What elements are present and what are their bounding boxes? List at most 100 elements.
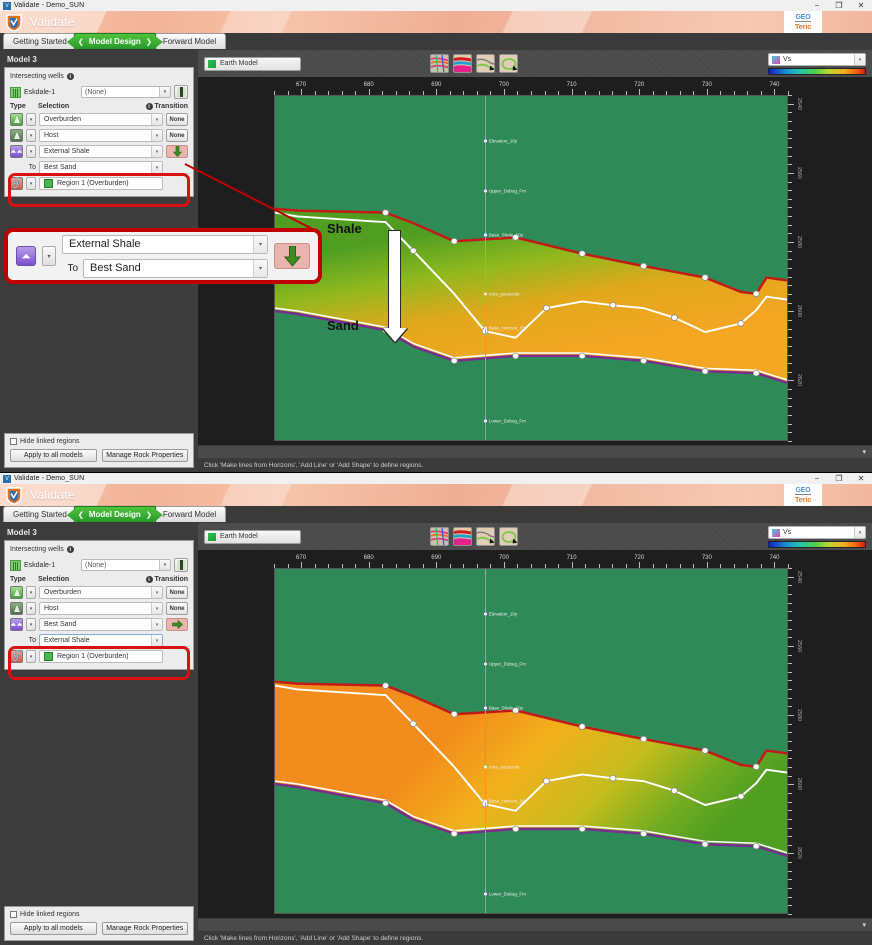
apply-to-all-models-button[interactable]: Apply to all models — [10, 449, 97, 462]
well-display-button[interactable] — [174, 85, 188, 99]
tab-model-design[interactable]: ❮ Model Design ❯ — [73, 506, 156, 522]
tab-getting-started[interactable]: Getting Started — [3, 33, 77, 49]
hide-linked-regions-checkbox[interactable] — [10, 911, 17, 918]
shape-icon[interactable] — [499, 54, 518, 73]
host-icon[interactable] — [10, 129, 23, 142]
x-tick-label: 690 — [431, 555, 442, 561]
link-icon[interactable]: 🔗 — [9, 176, 23, 190]
transition-type-dropdown[interactable]: ▾ — [42, 246, 56, 266]
host-type-dropdown[interactable]: ▾ — [26, 602, 36, 615]
layer-row-transition: ⏶⏶ ▾ External Shale ▾ — [10, 145, 188, 158]
host-selection-combo[interactable]: Host ▾ — [39, 129, 163, 142]
transition-icon[interactable]: ⏶⏶ — [10, 145, 23, 158]
chevron-down-icon[interactable]: ▾ — [862, 448, 866, 456]
attribute-dropdown[interactable]: Vs ▾ — [768, 526, 866, 539]
link-icon[interactable]: 🔗 — [9, 649, 23, 663]
manage-rock-properties-button[interactable]: Manage Rock Properties — [101, 922, 188, 935]
y-tick-label: 2540 — [796, 570, 802, 583]
horizon-label-text: Upper_Dubug_Fm — [488, 661, 526, 667]
shape-icon[interactable] — [499, 527, 518, 546]
transition-icon[interactable]: ⏶⏶ — [10, 618, 23, 631]
maximize-button[interactable]: ❐ — [828, 473, 850, 484]
transition-type-dropdown[interactable]: ▾ — [26, 145, 36, 158]
region-combo[interactable]: Region 1 (Overburden) — [39, 177, 163, 190]
info-icon[interactable]: i — [66, 546, 74, 553]
chevron-down-icon: ▾ — [151, 587, 162, 598]
overburden-transition-button[interactable]: None — [166, 113, 188, 126]
intersecting-wells-panel: Intersecting wells i Eskdale-1 (None) ▾ … — [4, 540, 194, 680]
well-selection-dropdown[interactable]: (None) ▾ — [81, 86, 171, 98]
tab-model-design[interactable]: ❮ Model Design ❯ — [73, 33, 156, 49]
callout-from-combo[interactable]: External Shale ▾ — [62, 234, 268, 254]
stratigraphy-icon[interactable] — [453, 527, 472, 546]
transition-direction-button[interactable] — [166, 145, 188, 158]
earth-model-button[interactable]: Earth Model — [204, 529, 301, 544]
overburden-icon[interactable] — [10, 113, 23, 126]
host-type-dropdown[interactable]: ▾ — [26, 129, 36, 142]
earth-model-button[interactable]: Earth Model — [204, 56, 301, 71]
region-type-dropdown[interactable]: ▾ — [26, 650, 36, 663]
overburden-type-dropdown[interactable]: ▾ — [26, 586, 36, 599]
main-tabstrip: Getting Started ❮ Model Design ❯ Forward… — [0, 33, 872, 50]
overburden-selection-combo[interactable]: Overburden ▾ — [39, 113, 163, 126]
transition-info-icon[interactable]: i — [145, 103, 153, 110]
chevron-down-icon[interactable]: ▾ — [862, 921, 866, 929]
transition-info-icon[interactable]: i — [145, 576, 153, 583]
region-combo[interactable]: Region 1 (Overburden) — [39, 650, 163, 663]
seismic-section-icon[interactable] — [430, 54, 449, 73]
cross-section-bottom[interactable]: Elevation_10y Upper_Dubug_Fm Base_Shale_10… — [274, 568, 788, 914]
transition-from-combo[interactable]: External Shale ▾ — [39, 145, 163, 158]
overburden-transition-button[interactable]: None — [166, 586, 188, 599]
manage-rock-properties-button[interactable]: Manage Rock Properties — [101, 449, 188, 462]
transition-to-combo[interactable]: External Shale ▾ — [39, 634, 163, 647]
hide-linked-regions-row[interactable]: Hide linked regions — [10, 438, 188, 445]
horizon-marker-icon — [483, 799, 487, 803]
overburden-icon[interactable] — [10, 586, 23, 599]
y-axis-bottom: 2540 2560 2580 2600 2620 — [788, 568, 872, 915]
hide-linked-regions-row[interactable]: Hide linked regions — [10, 911, 188, 918]
intersecting-wells-label: Intersecting wells — [10, 73, 64, 80]
view-scroll-row[interactable]: ▾ — [198, 918, 872, 931]
chevron-down-icon: ▾ — [253, 259, 267, 277]
overburden-selection-combo[interactable]: Overburden ▾ — [39, 586, 163, 599]
region-type-dropdown[interactable]: ▾ — [26, 177, 36, 190]
tab-forward-model[interactable]: Forward Model — [152, 33, 227, 49]
horizons-icon[interactable] — [476, 527, 495, 546]
stratigraphy-icon[interactable] — [453, 54, 472, 73]
maximize-button[interactable]: ❐ — [828, 0, 850, 11]
plot-frame-top[interactable]: Elevation_10y Upper_Dubug_Fm Base_Shale_10… — [274, 95, 788, 441]
y-tick — [788, 164, 792, 166]
plot-frame-bottom[interactable]: Elevation_10y Upper_Dubug_Fm Base_Shale_10… — [274, 568, 788, 914]
transition-type-dropdown[interactable]: ▾ — [26, 618, 36, 631]
transition-to-combo[interactable]: Best Sand ▾ — [39, 161, 163, 174]
callout-to-combo[interactable]: Best Sand ▾ — [83, 258, 268, 278]
tab-getting-started[interactable]: Getting Started — [3, 506, 77, 522]
apply-to-all-models-button[interactable]: Apply to all models — [10, 922, 97, 935]
y-tick-label: 2580 — [796, 235, 802, 249]
host-transition-button[interactable]: None — [166, 129, 188, 142]
host-transition-button[interactable]: None — [166, 602, 188, 615]
transition-direction-button[interactable] — [166, 618, 188, 631]
attribute-dropdown[interactable]: Vs ▾ — [768, 53, 866, 66]
region-row: 🔗 ▾ Region 1 (Overburden) — [9, 176, 188, 190]
horizons-icon[interactable] — [476, 54, 495, 73]
minimize-button[interactable]: − — [806, 0, 828, 11]
close-button[interactable]: ✕ — [850, 0, 872, 11]
host-selection-combo[interactable]: Host ▾ — [39, 602, 163, 615]
tab-forward-model[interactable]: Forward Model — [152, 506, 227, 522]
info-icon[interactable]: i — [66, 73, 74, 80]
arrow-down-icon — [172, 146, 182, 157]
callout-transition-direction-button[interactable] — [274, 243, 310, 269]
transition-icon[interactable]: ⏶ — [16, 246, 36, 266]
transition-from-combo[interactable]: Best Sand ▾ — [39, 618, 163, 631]
minimize-button[interactable]: − — [806, 473, 828, 484]
host-icon[interactable] — [10, 602, 23, 615]
well-display-button[interactable] — [174, 558, 188, 572]
hide-linked-regions-checkbox[interactable] — [10, 438, 17, 445]
view-scroll-row[interactable]: ▾ — [198, 445, 872, 458]
close-button[interactable]: ✕ — [850, 473, 872, 484]
cross-section-top[interactable]: Elevation_10y Upper_Dubug_Fm Base_Shale_10… — [274, 95, 788, 441]
seismic-section-icon[interactable] — [430, 527, 449, 546]
overburden-type-dropdown[interactable]: ▾ — [26, 113, 36, 126]
well-selection-dropdown[interactable]: (None) ▾ — [81, 559, 171, 571]
